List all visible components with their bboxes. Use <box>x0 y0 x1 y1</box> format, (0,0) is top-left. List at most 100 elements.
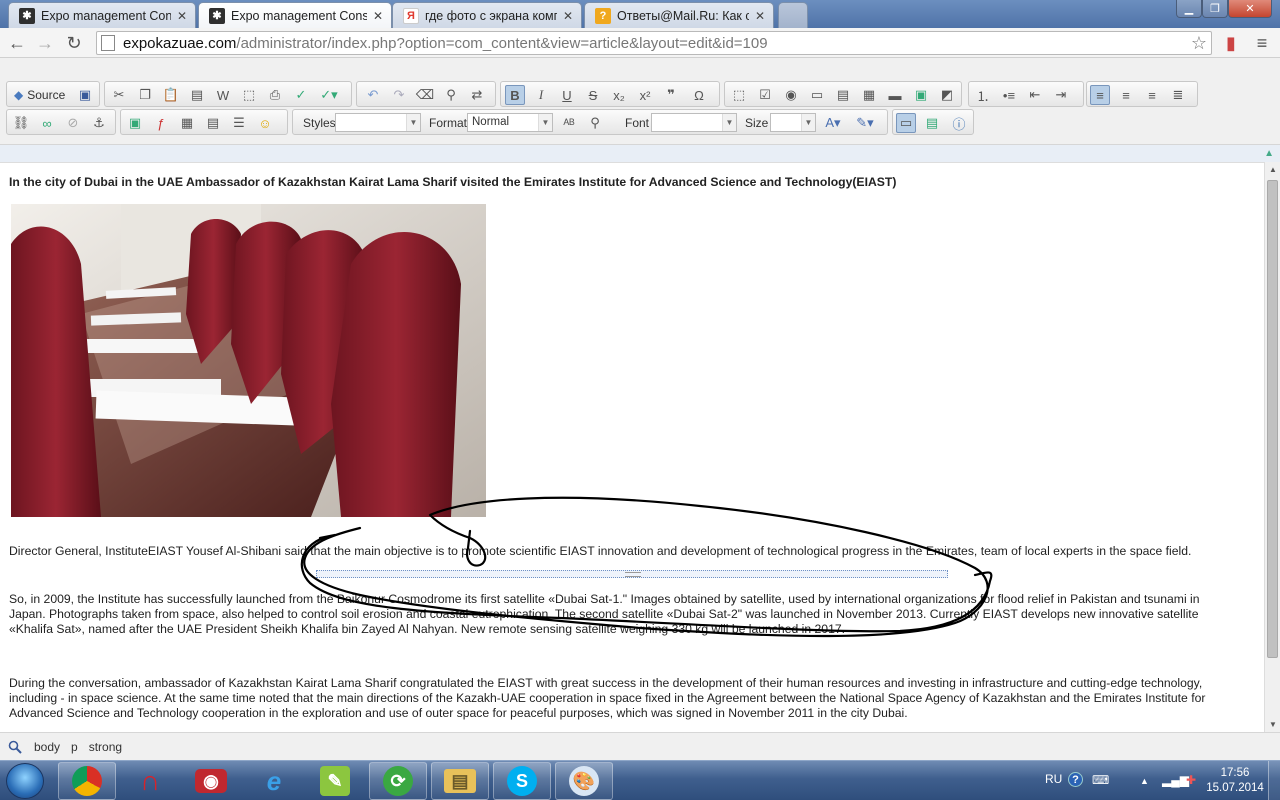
language-indicator[interactable]: RU <box>1045 772 1062 786</box>
paste-word-icon[interactable]: W <box>213 85 233 105</box>
article-photo[interactable] <box>11 204 486 517</box>
underline-button[interactable]: U <box>557 85 577 105</box>
resize-handle-bar[interactable] <box>316 570 948 578</box>
browser-tab-4[interactable]: ? Ответы@Mail.Ru: Как сде ✕ <box>584 2 774 28</box>
close-icon[interactable]: ✕ <box>373 9 383 23</box>
paste-text-icon[interactable]: ▤ <box>187 85 207 105</box>
paste-icon[interactable]: 📋 <box>161 85 181 105</box>
back-icon[interactable]: ← <box>6 32 28 54</box>
browser-tab-2[interactable]: ✱ Expo management Consu ✕ <box>198 2 392 28</box>
link-icon[interactable]: ⛓ <box>11 113 31 133</box>
align-center-icon[interactable]: ≡ <box>1116 85 1136 105</box>
size-dropdown[interactable]: ▼ <box>770 113 816 132</box>
blockquote-icon[interactable]: ❞ <box>661 85 681 105</box>
path-item-body[interactable]: body <box>34 740 60 754</box>
help-icon[interactable]: ? <box>1068 772 1083 787</box>
redo-icon[interactable]: ↷ <box>389 85 409 105</box>
taskbar-refresh-app[interactable]: ⟳ <box>369 762 427 800</box>
taskbar-app-n[interactable]: ∩ <box>121 762 179 800</box>
checkbox-icon[interactable]: ☑ <box>755 85 775 105</box>
select-all-icon[interactable]: ⬚ <box>239 85 259 105</box>
forward-icon[interactable]: → <box>34 32 56 54</box>
anchor-icon[interactable]: ⚓ <box>89 113 109 133</box>
superscript-button[interactable]: x² <box>635 85 655 105</box>
network-signal-icon[interactable]: ▂▄▆ <box>1162 773 1189 787</box>
scroll-down-icon[interactable]: ▼ <box>1269 720 1277 729</box>
justify-icon[interactable]: ≣ <box>1168 85 1188 105</box>
antivirus-icon[interactable]: ✚ <box>1186 773 1196 787</box>
extension-icon[interactable]: ▮ <box>1220 32 1242 54</box>
link-edit-icon[interactable]: ∞ <box>37 113 57 133</box>
clock[interactable]: 17:56 15.07.2014 <box>1202 766 1268 796</box>
maximize-button[interactable]: ❐ <box>1202 0 1228 18</box>
find-icon[interactable]: ⚲ <box>441 85 461 105</box>
select-field-icon[interactable]: ▦ <box>859 85 879 105</box>
cut-icon[interactable]: ✂ <box>109 85 129 105</box>
button-field-icon[interactable]: ▬ <box>885 85 905 105</box>
image-button-icon[interactable]: ▣ <box>911 85 931 105</box>
text-color-icon[interactable]: A▾ <box>823 113 843 133</box>
keyboard-icon[interactable]: ⌨ <box>1092 773 1109 787</box>
toolbar-collapse-bar[interactable]: ▲ <box>0 144 1280 162</box>
scrollbar-thumb[interactable] <box>1267 180 1278 658</box>
format-dropdown[interactable]: Normal ▼ <box>467 113 553 132</box>
strikethrough-button[interactable]: S <box>583 85 603 105</box>
close-icon[interactable]: ✕ <box>755 9 765 23</box>
page-break-icon[interactable]: ▤ <box>203 113 223 133</box>
print-icon[interactable]: ⎙ <box>265 85 285 105</box>
bookmark-star-icon[interactable]: ☆ <box>1191 33 1207 54</box>
window-close-button[interactable]: ✕ <box>1228 0 1272 18</box>
unlink-icon[interactable]: ⊘ <box>63 113 83 133</box>
flash-icon[interactable]: ƒ <box>151 113 171 133</box>
align-right-icon[interactable]: ≡ <box>1142 85 1162 105</box>
minimize-button[interactable]: ▁ <box>1176 0 1202 18</box>
outdent-icon[interactable]: ⇤ <box>1025 85 1045 105</box>
undo-icon[interactable]: ↶ <box>363 85 383 105</box>
numbered-list-icon[interactable]: ⒈ <box>973 85 993 105</box>
textfield-icon[interactable]: ▭ <box>807 85 827 105</box>
background-color-icon[interactable]: ✎▾ <box>855 113 875 133</box>
editor-content-area[interactable]: In the city of Dubai in the UAE Ambassad… <box>0 162 1264 732</box>
vertical-scrollbar[interactable]: ▲ ▼ <box>1264 162 1280 732</box>
styles-dropdown[interactable]: ▼ <box>335 113 421 132</box>
special-char-icon[interactable]: Ω <box>689 85 709 105</box>
reload-icon[interactable]: ↻ <box>63 32 85 54</box>
maximize-editor-icon[interactable]: ▭ <box>896 113 916 133</box>
show-desktop-button[interactable] <box>1268 761 1280 800</box>
source-button[interactable]: ◆ Source <box>10 85 69 105</box>
close-icon[interactable]: ✕ <box>563 9 573 23</box>
bulleted-list-icon[interactable]: •≡ <box>999 85 1019 105</box>
hidden-field-icon[interactable]: ◩ <box>937 85 957 105</box>
textarea-icon[interactable]: ▤ <box>833 85 853 105</box>
taskbar-camera[interactable]: ◉ <box>182 762 240 800</box>
browser-tab-3[interactable]: Я где фото с экрана компь ✕ <box>392 2 582 28</box>
scroll-up-icon[interactable]: ▲ <box>1269 165 1277 174</box>
path-item-p[interactable]: p <box>71 740 78 754</box>
taskbar-explorer[interactable]: ▤ <box>431 762 489 800</box>
taskbar-ie[interactable]: e <box>245 762 303 800</box>
table-icon[interactable]: ▦ <box>177 113 197 133</box>
spellcheck-icon[interactable]: ✓ <box>291 85 311 105</box>
start-button[interactable] <box>6 763 44 799</box>
italic-button[interactable]: I <box>531 85 551 105</box>
font-dropdown[interactable]: ▼ <box>651 113 737 132</box>
bold-button[interactable]: B <box>505 85 525 105</box>
taskbar-chrome[interactable] <box>58 762 116 800</box>
taskbar-notepad[interactable]: ✎ <box>306 762 364 800</box>
close-icon[interactable]: ✕ <box>177 9 187 23</box>
show-blocks-icon[interactable]: ▤ <box>922 113 942 133</box>
browser-tab-1[interactable]: ✱ Expo management Consu ✕ <box>8 2 196 28</box>
horizontal-rule-icon[interactable]: ☰ <box>229 113 249 133</box>
abc-icon[interactable]: ᴬᴮ <box>559 113 579 133</box>
address-bar[interactable]: expokazuae.com/administrator/index.php?o… <box>96 31 1212 55</box>
taskbar-skype[interactable]: S <box>493 762 551 800</box>
smiley-icon[interactable]: ☺ <box>255 113 275 133</box>
eraser-icon[interactable]: ⌫ <box>415 85 435 105</box>
subscript-button[interactable]: x₂ <box>609 85 629 105</box>
show-hidden-icons-icon[interactable]: ▲ <box>1140 776 1149 786</box>
path-item-strong[interactable]: strong <box>89 740 122 754</box>
collapse-toolbar-icon[interactable]: ▲ <box>1264 148 1274 159</box>
save-icon[interactable]: ▣ <box>75 85 95 105</box>
form-icon[interactable]: ⬚ <box>729 85 749 105</box>
spellcheck-dropdown-icon[interactable]: ✓▾ <box>319 85 339 105</box>
